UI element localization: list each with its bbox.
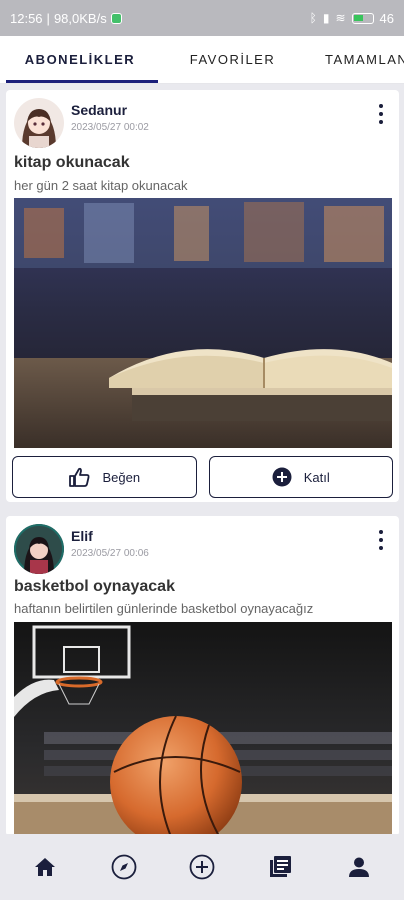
battery-level: 46 xyxy=(379,10,394,26)
wifi-icon: ≋ xyxy=(335,11,346,25)
like-label: Beğen xyxy=(102,469,141,485)
status-time: 12:56 xyxy=(10,10,43,26)
more-options-icon[interactable] xyxy=(375,104,387,124)
post-header: Elif 2023/05/27 00:06 xyxy=(6,516,399,582)
bluetooth-icon: ᛒ xyxy=(309,11,317,25)
library-icon xyxy=(270,856,292,877)
signal-icon: ▮ xyxy=(322,11,330,25)
compass-icon xyxy=(111,854,136,880)
tab-subscriptions[interactable]: ABONELİKLER xyxy=(0,36,160,83)
tab-completed[interactable]: TAMAMLAN xyxy=(305,36,404,83)
post-title: kitap okunacak xyxy=(14,154,130,171)
profile-icon xyxy=(348,857,369,877)
battery-icon xyxy=(351,12,374,24)
more-options-icon[interactable] xyxy=(375,530,387,550)
post-image[interactable] xyxy=(14,198,392,448)
add-circle-icon xyxy=(189,854,215,880)
nav-create[interactable] xyxy=(182,847,222,887)
avatar[interactable] xyxy=(14,98,64,148)
post-description: her gün 2 saat kitap okunacak xyxy=(14,178,188,193)
home-icon xyxy=(35,858,56,876)
post-card: Sedanur 2023/05/27 00:02 kitap okunacak … xyxy=(6,90,399,502)
post-title: basketbol oynayacak xyxy=(14,578,175,595)
like-button[interactable]: Beğen xyxy=(12,456,197,498)
thumbs-up-icon xyxy=(69,467,90,487)
nav-library[interactable] xyxy=(260,847,300,887)
post-actions: Beğen Katıl xyxy=(12,456,393,498)
join-button[interactable]: Katıl xyxy=(208,456,393,498)
status-bar: 12:56 | 98,0KB/s ᛒ ▮ ≋ 46 xyxy=(0,0,404,36)
nav-home[interactable] xyxy=(25,847,65,887)
post-timestamp: 2023/05/27 00:02 xyxy=(71,122,149,133)
add-circle-icon xyxy=(272,467,292,487)
post-description: haftanın belirtilen günlerinde basketbol… xyxy=(14,601,314,616)
nav-profile[interactable] xyxy=(339,847,379,887)
app-notification-icon xyxy=(110,12,122,24)
post-feed: Sedanur 2023/05/27 00:02 kitap okunacak … xyxy=(0,88,404,834)
bottom-navigation xyxy=(0,834,404,900)
post-header: Sedanur 2023/05/27 00:02 xyxy=(6,90,399,156)
avatar[interactable] xyxy=(14,524,64,574)
post-card: Elif 2023/05/27 00:06 basketbol oynayaca… xyxy=(6,516,399,834)
post-username[interactable]: Elif xyxy=(71,528,93,544)
post-image[interactable] xyxy=(14,622,392,834)
status-net-speed: 98,0KB/s xyxy=(53,10,107,26)
tab-favorites[interactable]: FAVORİLER xyxy=(160,36,305,83)
nav-explore[interactable] xyxy=(104,847,144,887)
post-timestamp: 2023/05/27 00:06 xyxy=(71,548,149,559)
tab-bar: ABONELİKLER FAVORİLER TAMAMLAN xyxy=(0,36,404,84)
post-username[interactable]: Sedanur xyxy=(71,102,127,118)
join-label: Katıl xyxy=(303,469,330,485)
